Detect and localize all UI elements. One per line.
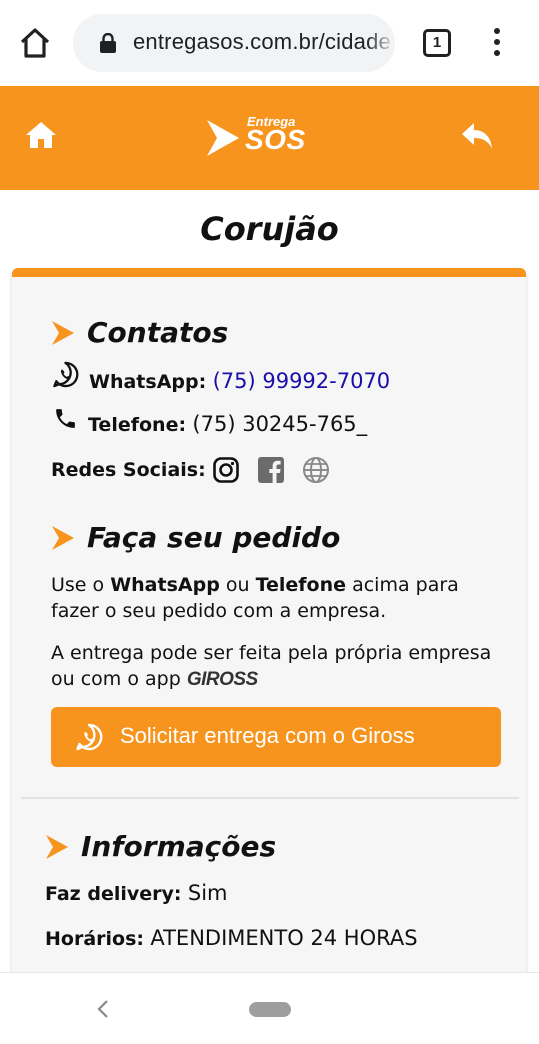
home-icon[interactable]	[25, 119, 57, 151]
pedido-heading: Faça seu pedido	[51, 521, 371, 561]
orange-arrow-icon	[52, 321, 74, 345]
horarios-value: ATENDIMENTO 24 HORAS	[150, 926, 418, 950]
redes-sociais-label: Redes Sociais:	[51, 459, 206, 481]
horarios-label: Horários:	[45, 928, 144, 950]
telefone-value[interactable]: (75) 30245-765_	[192, 412, 367, 436]
delivery-row: Faz delivery: Sim	[45, 881, 227, 905]
cta-label: Solicitar entrega com o Giross	[120, 723, 415, 748]
phone-icon	[56, 409, 75, 428]
tab-switcher-button[interactable]: 1	[423, 29, 451, 57]
instagram-icon[interactable]	[212, 456, 240, 484]
pedido-instructions: Use o WhatsApp ou Telefone acima para fa…	[51, 574, 459, 622]
orange-arrow-icon	[46, 835, 68, 859]
delivery-label: Faz delivery:	[45, 883, 182, 905]
delivery-value: Sim	[187, 881, 228, 905]
site-header: Entrega SOS	[0, 86, 539, 190]
system-navigation-bar	[0, 972, 539, 1044]
solicitar-entrega-giross-button[interactable]: Solicitar entrega com o Giross	[51, 707, 501, 767]
pedido-heading-text: Faça seu pedido	[87, 521, 341, 554]
url-text: entregasos.com.br/cidade	[133, 29, 391, 54]
section-divider	[21, 797, 519, 799]
logo-arrow-icon	[207, 120, 239, 156]
reply-back-icon[interactable]	[461, 120, 493, 150]
overflow-menu-icon[interactable]	[489, 28, 505, 58]
url-fade	[367, 14, 395, 72]
informacoes-heading-text: Informações	[81, 830, 277, 863]
website-globe-icon[interactable]	[302, 456, 330, 484]
whatsapp-icon	[53, 361, 79, 388]
facebook-icon[interactable]	[257, 456, 285, 484]
nav-back-icon[interactable]	[94, 997, 112, 1021]
telefone-label: Telefone:	[88, 414, 187, 436]
whatsapp-row: WhatsApp: (75) 99992-7070	[89, 369, 390, 393]
orange-arrow-icon	[52, 526, 74, 550]
pedido-delivery-info: A entrega pode ser feita pela própria em…	[51, 640, 511, 693]
giross-logo: GIROSS	[186, 669, 258, 690]
lock-icon	[100, 33, 116, 53]
contatos-heading-text: Contatos	[87, 316, 229, 349]
whatsapp-link[interactable]: (75) 99992-7070	[213, 369, 391, 393]
telefone-row: Telefone: (75) 30245-765_	[88, 412, 367, 436]
whatsapp-icon	[76, 723, 103, 751]
horarios-row: Horários: ATENDIMENTO 24 HORAS	[45, 926, 418, 950]
browser-toolbar: entregasos.com.br/cidade 1	[0, 0, 539, 86]
nav-home-pill[interactable]	[249, 1002, 291, 1017]
contatos-heading: Contatos	[51, 316, 351, 356]
page-title: Corujão	[200, 210, 339, 248]
informacoes-heading: Informações	[45, 830, 365, 870]
redes-sociais-row: Redes Sociais:	[51, 457, 206, 481]
browser-home-icon[interactable]	[18, 26, 52, 60]
logo-big-text: SOS	[245, 124, 306, 155]
whatsapp-label: WhatsApp:	[89, 371, 207, 393]
entrega-sos-logo[interactable]: Entrega SOS	[205, 114, 315, 162]
address-bar[interactable]: entregasos.com.br/cidade	[73, 14, 395, 72]
